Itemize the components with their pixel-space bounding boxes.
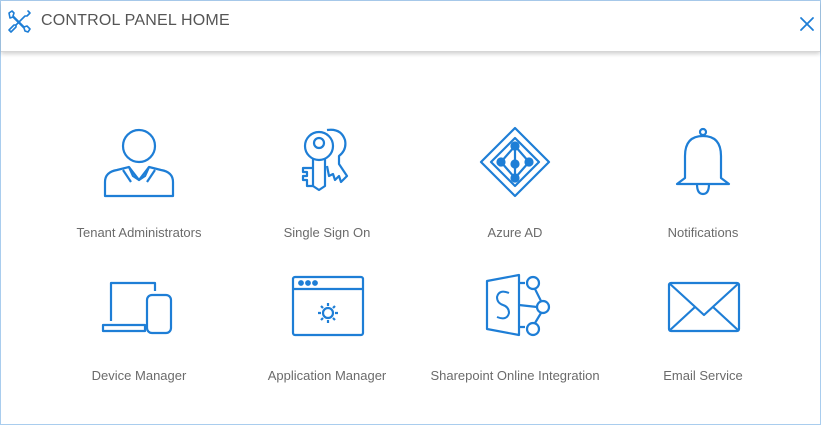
sharepoint-icon bbox=[485, 273, 551, 337]
envelope-icon bbox=[667, 281, 741, 333]
tile-label: Application Manager bbox=[267, 368, 387, 383]
app-window-gear-icon bbox=[291, 275, 365, 337]
tile-label: Tenant Administrators bbox=[76, 225, 202, 240]
close-icon[interactable] bbox=[798, 15, 816, 33]
tile-notifications[interactable]: Notifications bbox=[613, 126, 793, 245]
tile-azure-ad[interactable]: Azure AD bbox=[425, 126, 605, 245]
user-admin-icon bbox=[103, 128, 175, 198]
tile-single-sign-on[interactable]: Single Sign On bbox=[237, 126, 417, 245]
tile-label: Email Service bbox=[663, 368, 743, 383]
tile-device-manager[interactable]: Device Manager bbox=[49, 273, 229, 388]
tile-email-service[interactable]: Email Service bbox=[613, 273, 793, 388]
bell-icon bbox=[675, 127, 731, 196]
tile-application-manager[interactable]: Application Manager bbox=[237, 273, 417, 388]
devices-icon bbox=[101, 281, 173, 335]
tile-tenant-administrators[interactable]: Tenant Administrators bbox=[49, 126, 229, 245]
tile-label: Azure AD bbox=[487, 225, 543, 240]
tile-label: Device Manager bbox=[91, 368, 187, 383]
panel-header: CONTROL PANEL HOME bbox=[1, 1, 820, 52]
tile-sharepoint-online-integration[interactable]: Sharepoint Online Integration bbox=[425, 273, 605, 388]
tile-label: Notifications bbox=[667, 225, 739, 240]
page-title: CONTROL PANEL HOME bbox=[41, 12, 230, 29]
azure-ad-icon bbox=[479, 126, 551, 198]
tile-label: Single Sign On bbox=[283, 225, 371, 240]
tile-label: Sharepoint Online Integration bbox=[430, 368, 600, 383]
tools-icon bbox=[8, 10, 31, 33]
keys-icon bbox=[301, 128, 349, 192]
control-panel: CONTROL PANEL HOME Tenant Administrators… bbox=[0, 0, 821, 425]
